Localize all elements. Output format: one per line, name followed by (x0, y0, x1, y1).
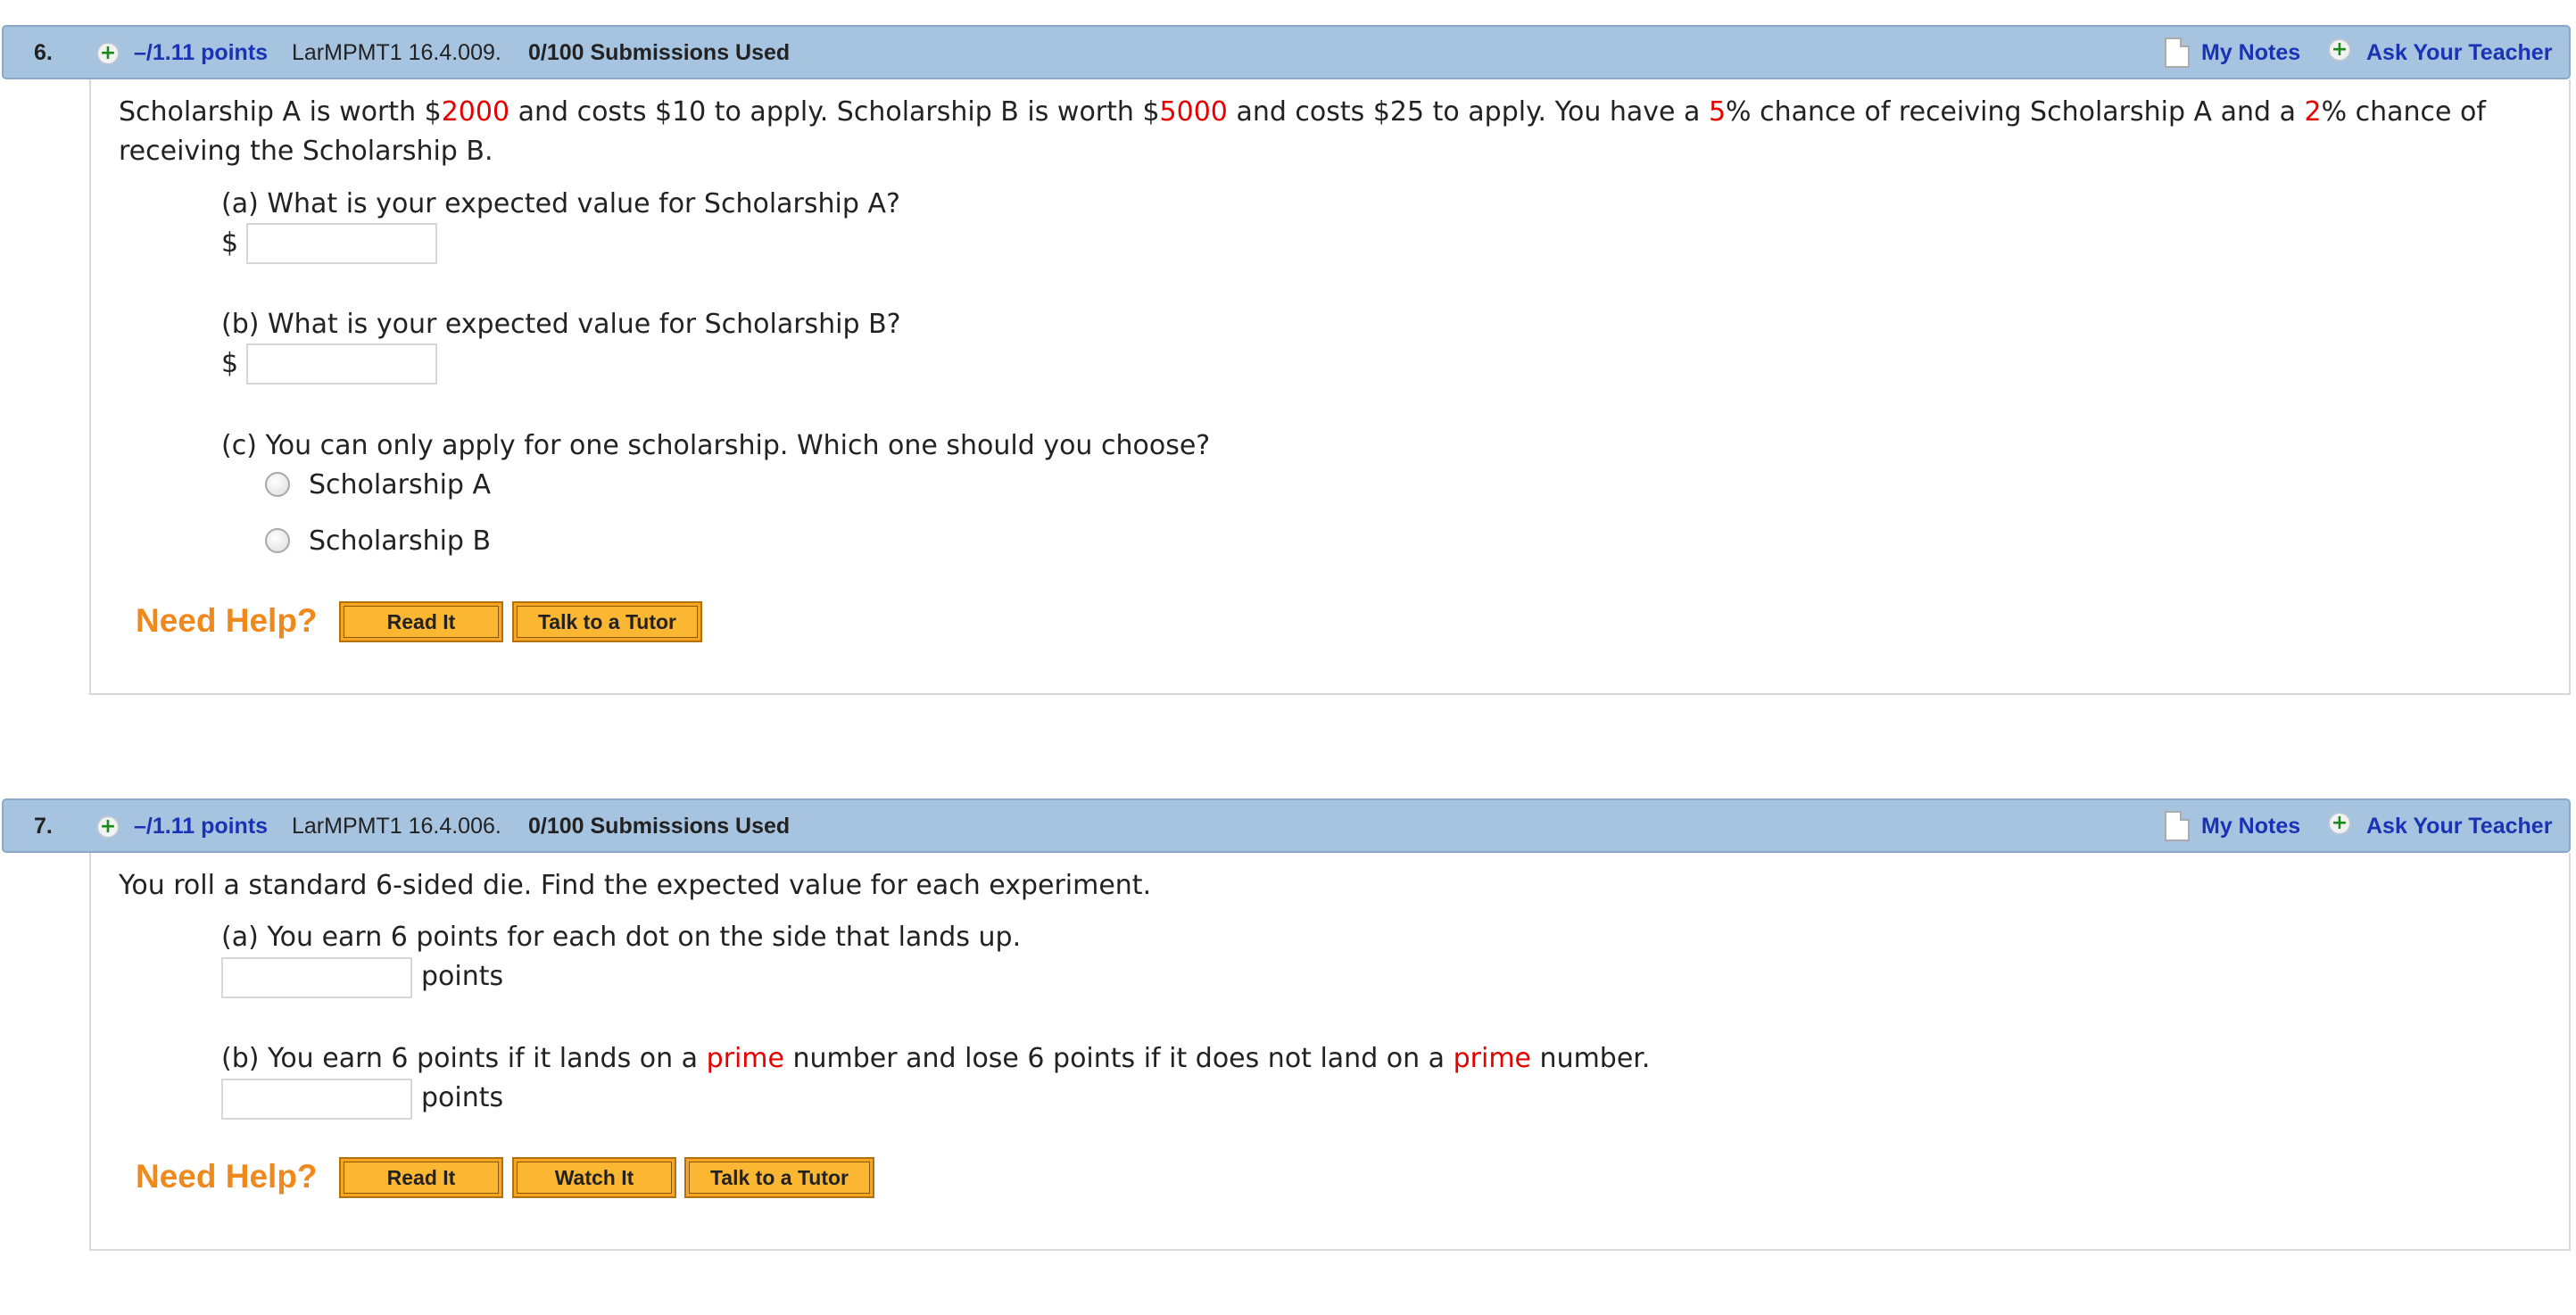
part-b-label: (b) What is your expected value for Scho… (221, 309, 901, 340)
ask-your-teacher-link[interactable]: Ask Your Teacher (2366, 40, 2552, 66)
prompt-text: and costs $25 to apply. You have a (1227, 96, 1709, 128)
part-a-answer-input[interactable] (221, 957, 412, 998)
submissions-used: 0/100 Submissions Used (528, 814, 791, 839)
note-icon[interactable] (2165, 811, 2190, 841)
ask-your-teacher-link[interactable]: Ask Your Teacher (2366, 814, 2552, 839)
prompt-value: 2 (2304, 96, 2322, 128)
watch-it-button-label: Watch It (517, 1162, 672, 1194)
submissions-used: 0/100 Submissions Used (528, 40, 791, 65)
problem-code: LarMPMT1 16.4.006. (292, 814, 501, 839)
dollar-sign: $ (221, 227, 239, 259)
part-c-label: (c) You can only apply for one scholarsh… (221, 430, 1211, 461)
question-number: 6. (34, 40, 53, 65)
talk-to-a-tutor-button[interactable]: Talk to a Tutor (684, 1157, 874, 1198)
part-a-label: (a) You earn 6 points for each dot on th… (221, 922, 1022, 953)
question-number: 7. (34, 814, 53, 839)
question-prompt: Scholarship A is worth $2000 and costs $… (119, 96, 2486, 128)
points-unit: points (421, 1082, 504, 1113)
plus-icon[interactable]: + (96, 815, 120, 839)
read-it-button-label: Read It (344, 1162, 499, 1194)
prompt-text: % chance of (2321, 96, 2486, 128)
dollar-sign: $ (221, 348, 239, 379)
read-it-button[interactable]: Read It (339, 1157, 503, 1198)
part-b-text: number and lose 6 points if it does not … (783, 1043, 1454, 1074)
my-notes-link[interactable]: My Notes (2201, 40, 2300, 66)
read-it-button[interactable]: Read It (339, 601, 503, 642)
part-b-answer-input[interactable] (246, 343, 437, 385)
prompt-value: 5000 (1159, 96, 1228, 128)
problem-code: LarMPMT1 16.4.009. (292, 40, 501, 65)
watch-it-button[interactable]: Watch It (512, 1157, 676, 1198)
need-help-label: Need Help? (136, 602, 318, 639)
talk-to-a-tutor-button[interactable]: Talk to a Tutor (512, 601, 702, 642)
talk-to-a-tutor-button-label: Talk to a Tutor (517, 606, 698, 638)
points-link[interactable]: –/1.11 points (134, 40, 268, 66)
highlighted-word: prime (706, 1043, 784, 1074)
need-help-label: Need Help? (136, 1158, 318, 1195)
plus-icon[interactable]: + (96, 42, 120, 65)
radio-scholarship-b[interactable] (265, 528, 290, 553)
question-header: 7. + –/1.11 points LarMPMT1 16.4.006. 0/… (2, 798, 2571, 853)
option-scholarship-a-label[interactable]: Scholarship A (309, 469, 491, 500)
prompt-value: 2000 (441, 96, 510, 128)
part-b-text: number. (1531, 1043, 1651, 1074)
question-prompt: You roll a standard 6-sided die. Find th… (119, 870, 1152, 901)
read-it-button-label: Read It (344, 606, 499, 638)
radio-scholarship-a[interactable] (265, 472, 290, 497)
question-header: 6. + –/1.11 points LarMPMT1 16.4.009. 0/… (2, 25, 2571, 79)
plus-icon[interactable]: + (2328, 812, 2351, 835)
part-b-answer-input[interactable] (221, 1079, 412, 1120)
talk-to-a-tutor-button-label: Talk to a Tutor (689, 1162, 870, 1194)
note-icon[interactable] (2165, 37, 2190, 68)
my-notes-link[interactable]: My Notes (2201, 814, 2300, 839)
question-prompt-line-2: receiving the Scholarship B. (119, 136, 493, 167)
plus-icon[interactable]: + (2328, 38, 2351, 62)
part-a-label: (a) What is your expected value for Scho… (221, 188, 900, 219)
part-a-answer-input[interactable] (246, 223, 437, 264)
prompt-text: and costs $10 to apply. Scholarship B is… (509, 96, 1160, 128)
prompt-text: % chance of receiving Scholarship A and … (1726, 96, 2305, 128)
prompt-text: Scholarship A is worth $ (119, 96, 442, 128)
points-unit: points (421, 961, 504, 992)
points-link[interactable]: –/1.11 points (134, 814, 268, 839)
part-b-label: (b) You earn 6 points if it lands on a p… (221, 1043, 1650, 1074)
option-scholarship-b-label[interactable]: Scholarship B (309, 525, 491, 557)
prompt-value: 5 (1708, 96, 1727, 128)
part-b-text: (b) You earn 6 points if it lands on a (221, 1043, 707, 1074)
highlighted-word: prime (1453, 1043, 1532, 1074)
